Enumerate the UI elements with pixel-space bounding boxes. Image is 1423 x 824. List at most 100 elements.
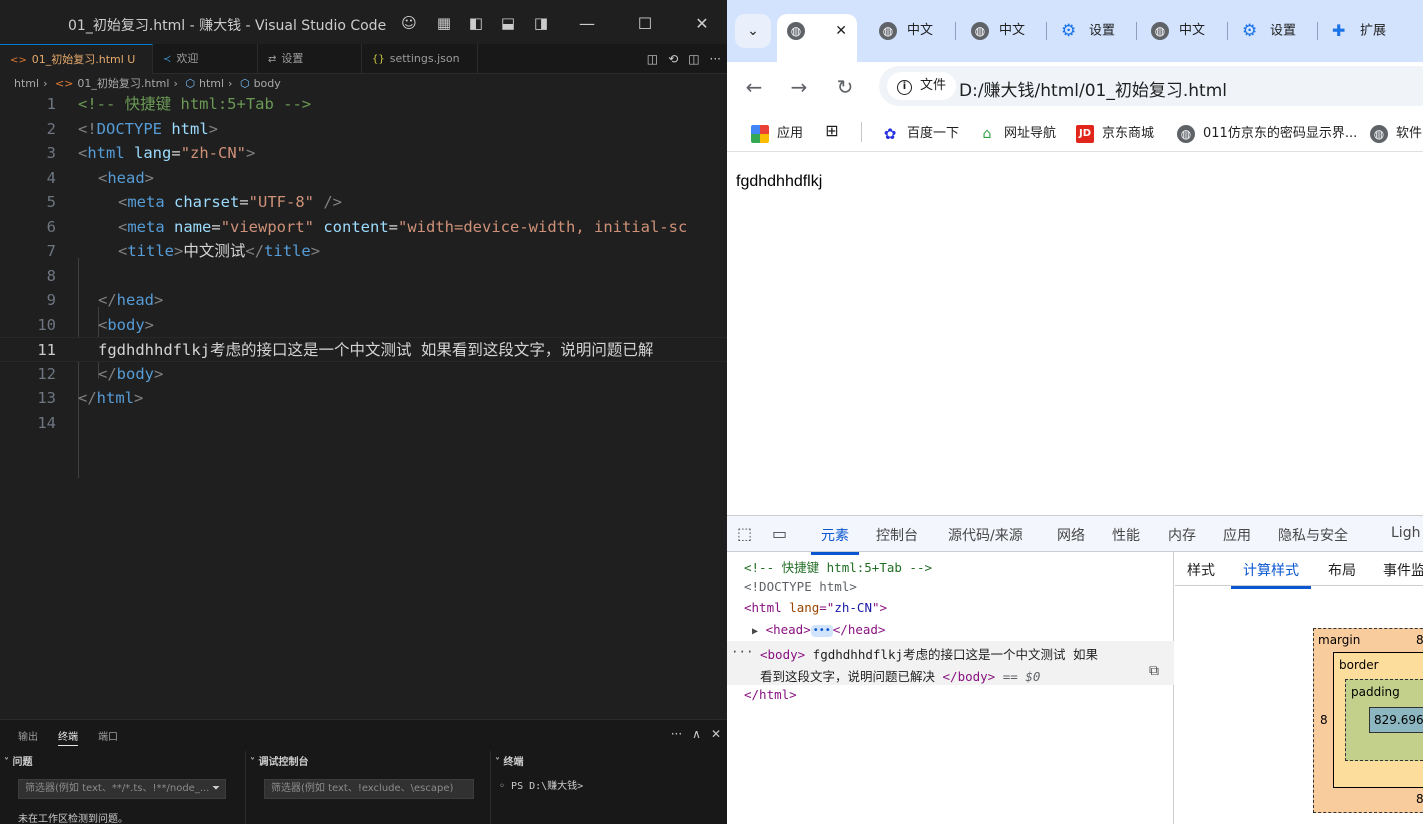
device-toolbar-icon[interactable]: ▭ [772,524,787,543]
tab-settings-json[interactable]: {} settings.json [362,44,478,74]
filter-placeholder: 筛选器(例如 text、!exclude、\escape) [271,783,454,794]
tab-settings[interactable]: ⇄ 设置 [258,44,362,74]
breadcrumb-item[interactable]: 01_初始复习.html [77,77,169,90]
token: content [314,217,389,236]
dom-html-close[interactable]: </html> [744,687,797,702]
bookmark-label: 软件 [1396,126,1423,141]
devtools-tab-sources[interactable]: 源代码/来源 [948,525,1023,545]
chrome-tab[interactable]: ◍ 中文 [879,14,949,48]
bookmark-grid[interactable]: ⊞ [823,122,849,140]
bookmark-baidu[interactable]: ✿ 百度一下 [881,122,959,143]
devtools-tab-console[interactable]: 控制台 [876,525,918,545]
breadcrumb-item[interactable]: html [199,77,224,90]
compare-icon[interactable]: ⟲ [668,52,678,66]
terminal-output[interactable]: ◦ PS D:\赚大钱> [499,777,583,792]
debug-console-header[interactable]: ˅ 调试控制台 [250,753,308,768]
minimize-icon[interactable]: — [575,12,599,36]
node-menu-icon[interactable]: ··· [731,644,754,659]
back-icon[interactable]: ← [741,74,767,100]
filter-placeholder: 筛选器(例如 text、**/*.ts、!**/node_... [25,783,210,794]
tab-event-listeners[interactable]: 事件监 [1383,560,1423,580]
margin-bottom-value[interactable]: 8 [1416,792,1423,806]
devtools-tab-privacy[interactable]: 隐私与安全 [1278,525,1348,545]
bookmark-2345[interactable]: ⌂ 网址导航 [978,122,1056,143]
content-size: 829.696 [1374,713,1423,727]
toggle-sidebar-icon[interactable]: ◧ [466,13,486,33]
breadcrumb-item[interactable]: html [14,77,39,90]
devtools-tab-network[interactable]: 网络 [1057,525,1085,545]
devtools-tab-elements[interactable]: 元素 [811,525,859,555]
dom-comment-node[interactable]: <!-- 快捷键 html:5+Tab --> [744,557,932,576]
chrome-tab[interactable]: ⚙ 设置 [1061,14,1131,48]
terminal-header[interactable]: ˅ 终端 [495,753,523,768]
tab-search-icon[interactable]: ⌄ [735,14,771,48]
code-line: 1 <!-- 快捷键 html:5+Tab --> [0,92,727,117]
dom-html-node[interactable]: <html lang="zh-CN"> [744,600,887,615]
tab-ports[interactable]: 端口 [98,728,118,743]
code-editor[interactable]: 1 <!-- 快捷键 html:5+Tab --> 2 <!DOCTYPE html… [0,92,727,478]
dom-doctype-node[interactable]: <!DOCTYPE html> [744,579,857,594]
devtools-tab-lighthouse[interactable]: Ligh [1391,525,1420,541]
token: zh-CN [834,600,872,615]
tab-01-html[interactable]: <> 01_初始复习.html U [0,44,153,74]
close-panel-icon[interactable]: ✕ [711,727,721,741]
layout-icon[interactable]: ▦ [434,13,454,33]
address-bar[interactable]: i 文件 D:/赚大钱/html/01_初始复习.html [879,66,1423,106]
close-tab-icon[interactable]: ✕ [835,14,847,48]
toggle-secondary-sidebar-icon[interactable]: ◨ [531,13,551,33]
tab-layout[interactable]: 布局 [1328,560,1356,580]
bookmark-jd[interactable]: JD 京东商城 [1076,122,1154,143]
problems-filter-input[interactable]: 筛选器(例如 text、**/*.ts、!**/node_... ⏷ [18,779,226,799]
copilot-icon[interactable]: ☺ [399,13,419,33]
tab-welcome[interactable]: ≺ 欢迎 [153,44,258,74]
chrome-tab[interactable]: ⚙ 设置 [1242,14,1312,48]
panel-actions: ··· ∧ ✕ [661,727,721,741]
token: "viewport" [220,217,315,236]
token: "> [871,600,888,615]
devtools-tab-memory[interactable]: 内存 [1168,525,1196,545]
tab-output[interactable]: 输出 [18,728,38,743]
panel-tabs: 输出 终端 端口 [0,720,727,750]
bookmark-apps[interactable]: 应用 [751,122,803,143]
line-number: 3 [46,144,56,162]
breadcrumb-item[interactable]: body [254,77,281,90]
problems-header[interactable]: ˅ 问题 [4,753,32,768]
chrome-tab[interactable]: ◍ 中文 [971,14,1041,48]
tab-terminal[interactable]: 终端 [58,728,78,746]
globe-icon: ◍ [971,21,989,40]
tab-styles[interactable]: 样式 [1187,560,1215,580]
forward-icon[interactable]: → [786,74,812,100]
url-text[interactable]: D:/赚大钱/html/01_初始复习.html [959,76,1227,101]
devtools-tab-application[interactable]: 应用 [1223,525,1251,545]
chrome-tab[interactable]: ◍ 中文 [1151,14,1221,48]
expand-triangle-icon[interactable]: ▶ [752,626,758,637]
margin-left-value[interactable]: 8 [1320,713,1328,727]
margin-top-value[interactable]: 8 [1416,633,1423,647]
debug-filter-input[interactable]: 筛选器(例如 text、!exclude、\escape) [264,779,474,799]
more-actions-icon[interactable]: ··· [671,727,682,741]
filter-icon[interactable]: ⏷ [212,780,220,798]
ellipsis-icon[interactable]: ••• [810,624,833,637]
ai-assist-icon[interactable]: ⧉ [1149,663,1159,679]
chevron-up-icon[interactable]: ∧ [692,727,701,741]
dom-body-node[interactable]: <body> fgdhdhhdflkj考虑的接口这是一个中文测试 如果 [760,644,1098,663]
more-actions-icon[interactable]: ··· [710,52,721,66]
open-preview-icon[interactable]: ◫ [647,52,658,66]
toggle-panel-icon[interactable]: ⬓ [498,13,518,33]
devtools-tab-performance[interactable]: 性能 [1112,525,1140,545]
chrome-tab-active[interactable]: ◍ ✕ [777,14,857,62]
box-model-content[interactable]: 829.696 [1369,707,1423,733]
dom-head-node[interactable]: ▶ <head> ••• </head> [752,622,885,637]
token: "width=device-width, initial-sc [398,217,688,236]
chrome-tab[interactable]: ✚ 扩展 [1332,14,1412,48]
maximize-icon[interactable]: ☐ [633,12,657,36]
token: > [144,315,155,334]
tab-computed[interactable]: 计算样式 [1231,560,1311,589]
reload-icon[interactable]: ↻ [832,74,858,100]
split-editor-icon[interactable]: ◫ [688,52,699,66]
bookmark-jd-password[interactable]: ◍ 011仿京东的密码显示界... [1177,122,1357,143]
bookmark-software[interactable]: ◍ 软件 [1370,122,1422,143]
site-info-chip[interactable]: i 文件 [887,72,957,100]
inspect-element-icon[interactable]: ⬚ [737,524,752,543]
close-icon[interactable]: ✕ [690,12,714,36]
